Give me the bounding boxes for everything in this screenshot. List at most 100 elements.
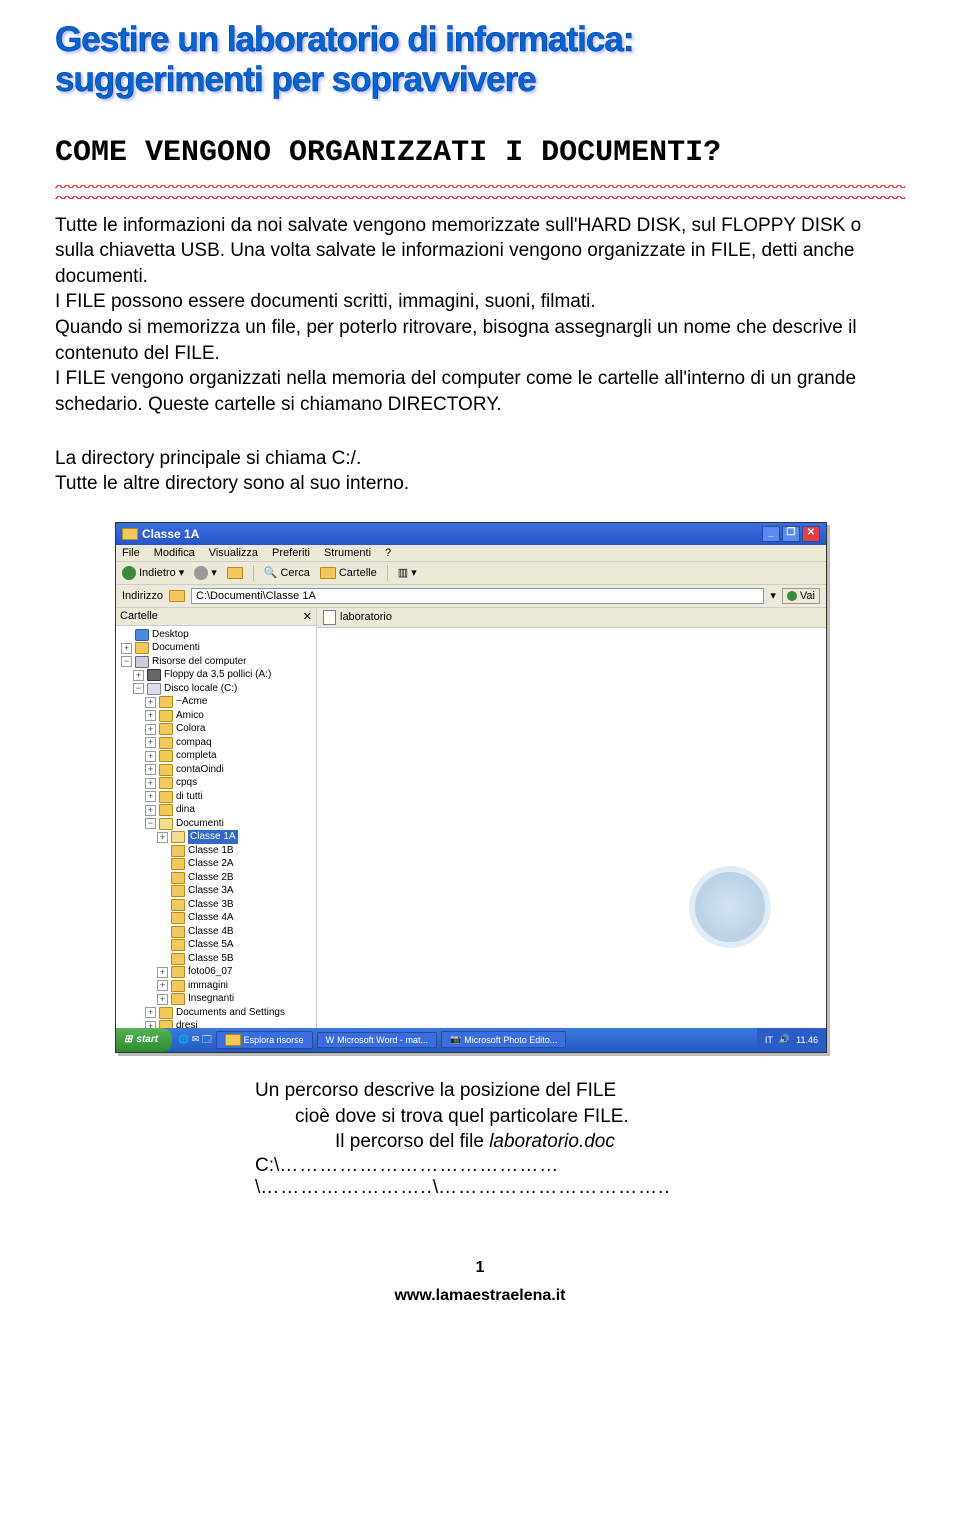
tree-item[interactable]: Classe 3B xyxy=(118,898,314,912)
expand-box[interactable]: + xyxy=(145,737,156,748)
expand-box[interactable]: + xyxy=(157,832,168,843)
expand-box[interactable]: + xyxy=(145,724,156,735)
tree-item[interactable]: Classe 3A xyxy=(118,884,314,898)
bottom-line-2: cioè dove si trova quel particolare FILE… xyxy=(295,1106,629,1127)
tree-item[interactable]: +cpqs xyxy=(118,776,314,790)
minimize-button[interactable]: _ xyxy=(762,526,780,542)
chevron-down-icon: ▾ xyxy=(211,566,217,579)
go-button[interactable]: Vai xyxy=(782,588,820,604)
expand-box[interactable]: + xyxy=(157,994,168,1005)
tree-item[interactable]: +compaq xyxy=(118,736,314,750)
tree-item[interactable]: Classe 2B xyxy=(118,871,314,885)
back-icon xyxy=(122,566,136,580)
menu-visualizza[interactable]: Visualizza xyxy=(209,547,258,559)
window-controls: _ ❐ ✕ xyxy=(762,526,820,542)
tree-item[interactable]: +Insegnanti xyxy=(118,992,314,1006)
bottom3b-filename: laboratorio.doc xyxy=(489,1131,615,1152)
taskbar-item-photo[interactable]: 📷 Microsoft Photo Edito... xyxy=(441,1031,566,1048)
folder-tree[interactable]: Desktop+Documenti−Risorse del computer+F… xyxy=(116,626,316,1028)
tree-item[interactable]: +completa xyxy=(118,749,314,763)
tree-item[interactable]: Classe 4A xyxy=(118,911,314,925)
tree-item[interactable]: +dresi xyxy=(118,1019,314,1028)
taskbar-item-word[interactable]: W Microsoft Word - mat... xyxy=(317,1032,437,1048)
tree-item[interactable]: − Documenti xyxy=(118,817,314,831)
sidebar-title: Cartelle xyxy=(120,610,158,623)
tree-item[interactable]: −Risorse del computer xyxy=(118,655,314,669)
tree-item[interactable]: Classe 5A xyxy=(118,938,314,952)
tree-item[interactable]: Classe 5B xyxy=(118,952,314,966)
menu-file[interactable]: File xyxy=(122,547,140,559)
tree-item[interactable]: +immagini xyxy=(118,979,314,993)
system-tray[interactable]: IT 🔊 11.46 xyxy=(757,1028,826,1052)
views-button[interactable]: ▥▾ xyxy=(398,566,417,579)
up-button[interactable] xyxy=(227,567,243,579)
menu-modifica[interactable]: Modifica xyxy=(154,547,195,559)
tree-item[interactable]: Classe 1B xyxy=(118,844,314,858)
tree-item[interactable]: +Floppy da 3,5 pollici (A:) xyxy=(118,668,314,682)
expand-box[interactable]: + xyxy=(145,805,156,816)
folder-icon xyxy=(171,885,185,897)
expand-box[interactable]: + xyxy=(157,980,168,991)
tree-label: Classe 3A xyxy=(188,884,234,898)
section-heading: COME VENGONO ORGANIZZATI I DOCUMENTI? xyxy=(55,136,905,170)
expand-box[interactable]: + xyxy=(145,1007,156,1018)
taskbar-item-explorer[interactable]: Esplora risorse xyxy=(216,1031,313,1049)
tree-item[interactable]: +Classe 1A xyxy=(118,830,314,844)
maximize-button[interactable]: ❐ xyxy=(782,526,800,542)
expand-box[interactable]: + xyxy=(121,643,132,654)
expand-box[interactable]: + xyxy=(145,697,156,708)
tree-item[interactable]: +dina xyxy=(118,803,314,817)
expand-box[interactable]: + xyxy=(157,967,168,978)
tree-item[interactable]: +~Acme xyxy=(118,695,314,709)
tree-item[interactable]: +foto06_07 xyxy=(118,965,314,979)
expand-box[interactable]: + xyxy=(145,778,156,789)
content-item[interactable]: laboratorio xyxy=(317,608,826,628)
tree-item[interactable]: −Disco locale (C:) xyxy=(118,682,314,696)
expand-box[interactable]: + xyxy=(145,764,156,775)
menu-preferiti[interactable]: Preferiti xyxy=(272,547,310,559)
start-button[interactable]: ⊞ start xyxy=(116,1028,172,1052)
forward-button[interactable]: ▾ xyxy=(194,566,217,580)
window-titlebar[interactable]: Classe 1A _ ❐ ✕ xyxy=(116,523,826,545)
task-label: Microsoft Word - mat... xyxy=(337,1035,428,1045)
tree-item[interactable]: +Documenti xyxy=(118,641,314,655)
window-title: Classe 1A xyxy=(142,527,199,541)
close-pane-icon[interactable]: ✕ xyxy=(303,610,312,623)
folder-icon xyxy=(135,642,149,654)
expand-box[interactable]: − xyxy=(133,683,144,694)
tray-icons[interactable]: 🔊 xyxy=(779,1034,790,1045)
tray-lang[interactable]: IT xyxy=(765,1035,773,1045)
bottom-line-3: Il percorso del file laboratorio.doc xyxy=(335,1131,615,1152)
bottom-line-1: Un percorso descrive la posizione del FI… xyxy=(255,1080,616,1101)
menu-help[interactable]: ? xyxy=(385,547,391,559)
page-number: 1 xyxy=(55,1259,905,1277)
expand-box[interactable]: − xyxy=(121,656,132,667)
quicklaunch-icons[interactable]: 🌐 ✉ 🗔 xyxy=(178,1032,212,1048)
back-button[interactable]: Indietro ▾ xyxy=(122,566,184,580)
expand-box[interactable]: + xyxy=(133,670,144,681)
expand-box[interactable]: + xyxy=(145,791,156,802)
search-button[interactable]: 🔍 Cerca xyxy=(264,566,310,579)
tree-label: Documenti xyxy=(176,817,224,831)
close-button[interactable]: ✕ xyxy=(802,526,820,542)
content-pane[interactable]: laboratorio xyxy=(317,608,826,1028)
tree-item[interactable]: +di tutti xyxy=(118,790,314,804)
tree-item[interactable]: +contaOindi xyxy=(118,763,314,777)
expand-box[interactable]: − xyxy=(145,818,156,829)
tree-item[interactable]: +Amico xyxy=(118,709,314,723)
folders-button[interactable]: Cartelle xyxy=(320,567,377,579)
tree-item[interactable]: Desktop xyxy=(118,628,314,642)
address-input[interactable]: C:\Documenti\Classe 1A xyxy=(191,588,764,604)
expand-box[interactable]: + xyxy=(145,1021,156,1028)
expand-box[interactable]: + xyxy=(145,751,156,762)
sub-1: La directory principale si chiama C:/. xyxy=(55,448,361,469)
folder-icon xyxy=(171,966,185,978)
menu-strumenti[interactable]: Strumenti xyxy=(324,547,371,559)
expand-box[interactable]: + xyxy=(145,710,156,721)
tree-item[interactable]: Classe 4B xyxy=(118,925,314,939)
chevron-down-icon[interactable]: ▾ xyxy=(770,589,776,602)
folder-icon xyxy=(135,656,149,668)
tree-item[interactable]: +Colora xyxy=(118,722,314,736)
tree-item[interactable]: Classe 2A xyxy=(118,857,314,871)
tree-item[interactable]: +Documents and Settings xyxy=(118,1006,314,1020)
